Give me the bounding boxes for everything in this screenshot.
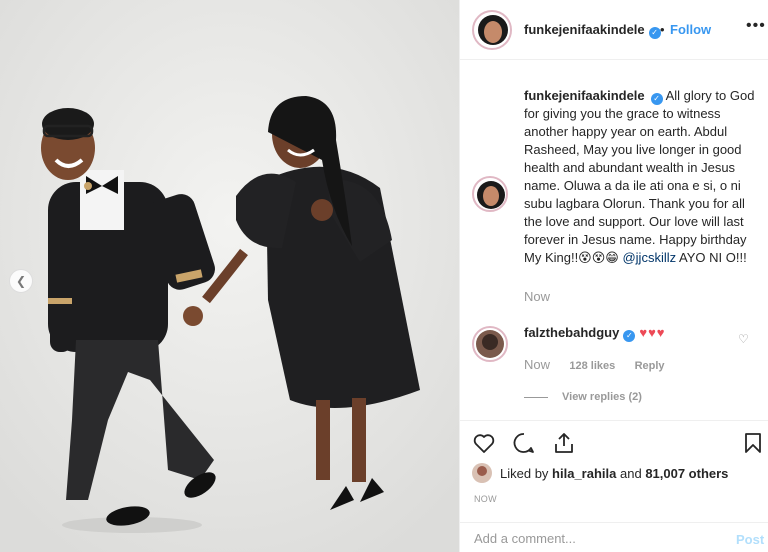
author-username[interactable]: funkejenifaakindele ✓ xyxy=(524,22,661,39)
replies-divider xyxy=(524,396,548,398)
liked-by-prefix: Liked by xyxy=(500,465,549,481)
post-timestamp[interactable]: NOW xyxy=(474,494,497,504)
commenter-avatar[interactable] xyxy=(472,326,508,362)
author-avatar[interactable] xyxy=(472,10,512,50)
comment-like-heart-icon[interactable]: ♡ xyxy=(738,332,749,346)
post-comment-button[interactable]: Post xyxy=(736,532,764,547)
action-bar xyxy=(460,420,768,468)
comment-meta: Now 128 likes Reply xyxy=(524,357,681,372)
liked-by-conjunction: and xyxy=(619,465,642,481)
view-replies-button[interactable]: View replies (2) xyxy=(524,391,642,403)
caption-mention-link[interactable]: @jjcskillz xyxy=(622,250,676,265)
follow-button[interactable]: Follow xyxy=(670,22,711,37)
post-caption: funkejenifaakindele ✓ All glory to God fo… xyxy=(524,87,756,267)
liker-avatar[interactable] xyxy=(472,463,492,483)
carousel-prev-button[interactable]: ❮ xyxy=(9,269,33,293)
comment-likes[interactable]: 128 likes xyxy=(569,360,615,372)
comment-text: ♥♥♥ xyxy=(639,325,666,340)
likes-count[interactable]: 81,007 others xyxy=(645,466,728,481)
share-icon[interactable] xyxy=(552,431,576,455)
comment: falzthebahdguy ✓ ♥♥♥ xyxy=(524,325,666,342)
comment-composer: Post xyxy=(460,522,768,552)
author-username-text[interactable]: funkejenifaakindele xyxy=(524,22,645,37)
post-header: funkejenifaakindele ✓ • Follow ••• xyxy=(460,0,768,60)
comment-bubble-icon[interactable] xyxy=(512,431,536,455)
reply-button[interactable]: Reply xyxy=(635,360,665,372)
liked-by-summary: Liked by hila_rahila and 81,007 others xyxy=(472,463,728,483)
verified-badge-icon: ✓ xyxy=(623,330,636,342)
comment-input[interactable] xyxy=(474,531,714,546)
verified-badge-icon: ✓ xyxy=(648,27,661,39)
commenter-username[interactable]: falzthebahdguy xyxy=(524,325,619,340)
comment-timestamp[interactable]: Now xyxy=(524,357,550,372)
save-bookmark-icon[interactable] xyxy=(741,431,765,455)
more-options-icon[interactable]: ••• xyxy=(746,17,766,35)
caption-text: All glory to God for giving you the grac… xyxy=(524,88,755,265)
separator-dot: • xyxy=(660,22,665,37)
verified-badge-icon: ✓ xyxy=(650,93,663,105)
caption-timestamp[interactable]: Now xyxy=(524,289,550,304)
liker-username[interactable]: hila_rahila xyxy=(552,466,616,481)
post-image xyxy=(0,0,459,552)
caption-tail: AYO NI O!!! xyxy=(679,250,747,265)
post-side-panel: funkejenifaakindele ✓ • Follow ••• funkej… xyxy=(459,0,768,552)
view-replies-label[interactable]: View replies (2) xyxy=(562,391,642,403)
like-heart-icon[interactable] xyxy=(472,431,496,455)
caption-avatar[interactable] xyxy=(472,176,508,212)
caption-username[interactable]: funkejenifaakindele xyxy=(524,88,645,103)
post-photo[interactable]: ❮ xyxy=(0,0,459,552)
